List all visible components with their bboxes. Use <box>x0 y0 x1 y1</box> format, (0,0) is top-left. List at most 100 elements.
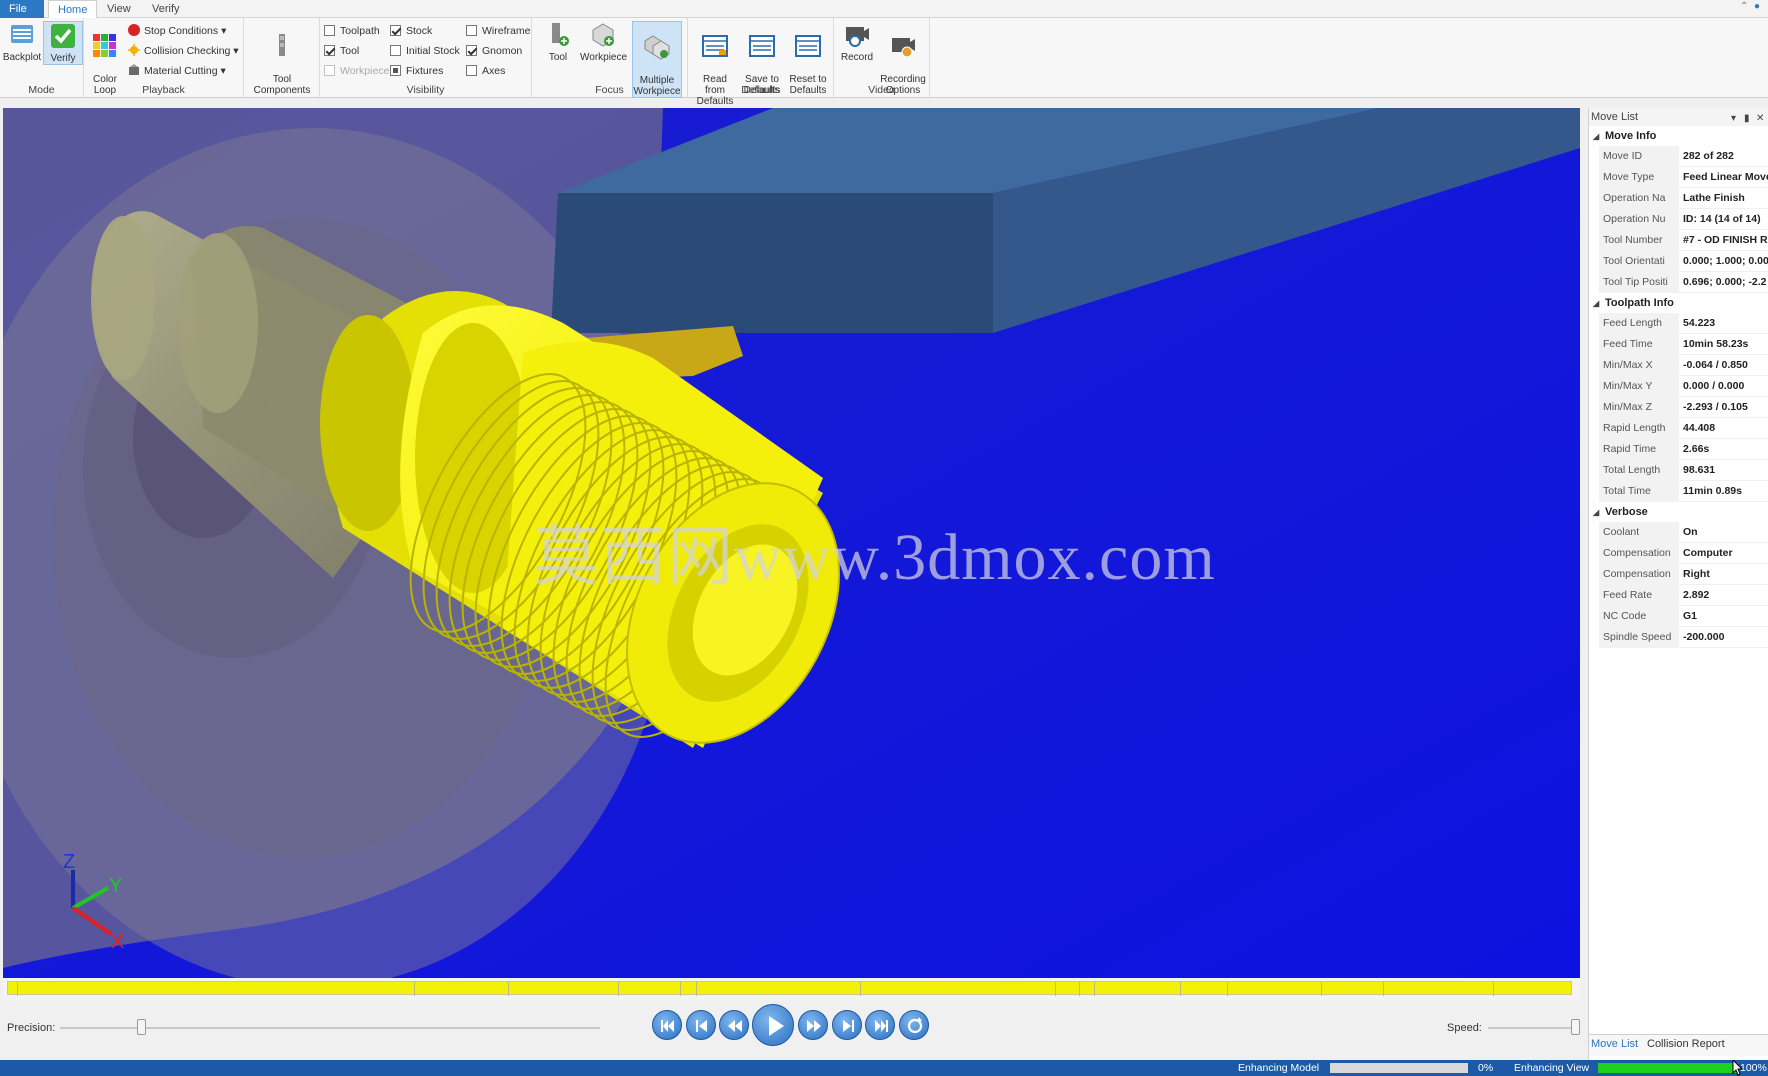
axes-checkbox[interactable]: Axes <box>466 62 505 80</box>
tab-move-list[interactable]: Move List <box>1591 1038 1638 1050</box>
ribbon: Backplot Verify Mode Color Loop Stop Con… <box>0 18 1768 107</box>
view-progress-percent: 100% <box>1740 1062 1767 1074</box>
speed-slider-thumb[interactable] <box>1571 1019 1581 1035</box>
chevron-down-icon: ▾ <box>221 25 227 37</box>
property-value: On <box>1683 526 1698 538</box>
tab-view[interactable]: View <box>98 0 140 18</box>
property-row[interactable]: Total Length 98.631 <box>1599 460 1768 481</box>
property-row[interactable]: Spindle Speed -200.000 <box>1599 627 1768 648</box>
z-axis-label: Z <box>63 851 75 873</box>
record-button[interactable]: Record <box>838 21 876 63</box>
property-row[interactable]: Move ID 282 of 282 <box>1599 146 1768 167</box>
rewind-button[interactable] <box>719 1010 749 1040</box>
property-row[interactable]: Feed Time 10min 58.23s <box>1599 334 1768 355</box>
stop-conditions-label: Stop Conditions <box>144 25 219 37</box>
property-row[interactable]: Operation Na Lathe Finish <box>1599 188 1768 209</box>
initial-stock-check[interactable] <box>390 45 401 56</box>
expand-collapse-icon[interactable]: ◢ <box>1593 294 1605 314</box>
verify-button[interactable]: Verify <box>43 21 83 65</box>
tool-check[interactable] <box>324 45 335 56</box>
expand-collapse-icon[interactable]: ◢ <box>1593 503 1605 523</box>
section-header[interactable]: ◢ Toolpath Info <box>1589 293 1768 313</box>
property-row[interactable]: Compensation Computer <box>1599 543 1768 564</box>
property-row[interactable]: Tool Tip Positi 0.696; 0.000; -2.2 <box>1599 272 1768 293</box>
focus-tool-label: Tool <box>548 52 568 63</box>
panel-tabs: Move List Collision Report <box>1589 1034 1768 1056</box>
property-row[interactable]: Total Time 11min 0.89s <box>1599 481 1768 502</box>
gnomon-check[interactable] <box>466 45 477 56</box>
property-row[interactable]: Min/Max Y 0.000 / 0.000 <box>1599 376 1768 397</box>
tab-file[interactable]: File <box>0 0 44 18</box>
skip-end-icon <box>875 1020 888 1032</box>
section-header[interactable]: ◢ Move Info <box>1589 126 1768 146</box>
material-cutting-button[interactable]: Material Cutting ▾ <box>128 62 226 80</box>
section-header[interactable]: ◢ Verbose <box>1589 502 1768 522</box>
timeline-tick <box>1079 982 1080 996</box>
speed-slider[interactable] <box>1488 1019 1581 1035</box>
section-title: Move Info <box>1605 130 1657 142</box>
stock-check[interactable] <box>390 25 401 36</box>
play-button[interactable] <box>752 1004 794 1046</box>
wireframe-check[interactable] <box>466 25 477 36</box>
tab-home[interactable]: Home <box>48 0 98 18</box>
property-value: #7 - OD FINISH R <box>1683 234 1768 246</box>
fixtures-check[interactable] <box>390 65 401 76</box>
timeline-bar[interactable] <box>7 981 1572 996</box>
mode-group-label: Mode <box>28 84 55 96</box>
precision-slider-thumb[interactable] <box>137 1019 146 1035</box>
property-value: Feed Linear Move <box>1683 171 1768 183</box>
property-row[interactable]: Coolant On <box>1599 522 1768 543</box>
focus-tool-button[interactable]: Tool <box>540 21 576 63</box>
workpiece-checkbox[interactable]: Workpiece <box>324 62 389 80</box>
go-to-end-button[interactable] <box>865 1010 895 1040</box>
loop-button[interactable] <box>899 1010 929 1040</box>
tool-checkbox[interactable]: Tool <box>324 42 359 60</box>
property-value: 10min 58.23s <box>1683 338 1749 350</box>
gnomon-checkbox[interactable]: Gnomon <box>466 42 522 60</box>
stock-checkbox[interactable]: Stock <box>390 22 432 40</box>
playback-timeline[interactable] <box>3 978 1580 1000</box>
fast-forward-button[interactable] <box>798 1010 828 1040</box>
property-row[interactable]: NC Code G1 <box>1599 606 1768 627</box>
step-back-button[interactable] <box>686 1010 716 1040</box>
tab-collision-report[interactable]: Collision Report <box>1647 1038 1725 1050</box>
collision-checking-button[interactable]: Collision Checking ▾ <box>128 42 239 60</box>
focus-workpiece-button[interactable]: Workpiece <box>580 21 627 63</box>
backplot-button[interactable]: Backplot <box>2 21 42 63</box>
property-row[interactable]: Compensation Right <box>1599 564 1768 585</box>
step-forward-button[interactable] <box>832 1010 862 1040</box>
timeline-tick <box>860 982 861 996</box>
go-to-start-button[interactable] <box>652 1010 682 1040</box>
workpiece-check[interactable] <box>324 65 335 76</box>
expand-collapse-icon[interactable]: ◢ <box>1593 127 1605 147</box>
property-key: Feed Rate <box>1599 585 1679 606</box>
property-row[interactable]: Rapid Time 2.66s <box>1599 439 1768 460</box>
property-row[interactable]: Operation Nu ID: 14 (14 of 14) <box>1599 209 1768 230</box>
property-row[interactable]: Move Type Feed Linear Move <box>1599 167 1768 188</box>
axes-check[interactable] <box>466 65 477 76</box>
toolpath-check[interactable] <box>324 25 335 36</box>
mouse-cursor-icon <box>1732 1060 1744 1076</box>
help-icon[interactable]: ● <box>1754 1 1760 12</box>
wireframe-checkbox[interactable]: Wireframe <box>466 22 530 40</box>
precision-slider[interactable] <box>60 1019 600 1035</box>
property-value: 0.696; 0.000; -2.2 <box>1683 276 1767 288</box>
property-row[interactable]: Feed Rate 2.892 <box>1599 585 1768 606</box>
property-key: Compensation <box>1599 543 1679 564</box>
tool-components-button[interactable]: Tool Components <box>248 21 316 96</box>
property-row[interactable]: Tool Number #7 - OD FINISH R <box>1599 230 1768 251</box>
property-row[interactable]: Min/Max X -0.064 / 0.850 <box>1599 355 1768 376</box>
toolpath-checkbox[interactable]: Toolpath <box>324 22 380 40</box>
stop-conditions-button[interactable]: Stop Conditions ▾ <box>128 22 226 40</box>
property-row[interactable]: Feed Length 54.223 <box>1599 313 1768 334</box>
property-row[interactable]: Rapid Length 44.408 <box>1599 418 1768 439</box>
property-row[interactable]: Tool Orientati 0.000; 1.000; 0.000 <box>1599 251 1768 272</box>
3d-viewport[interactable]: Z Y X 莫西网www.3dmox.com <box>3 108 1580 978</box>
fixtures-checkbox[interactable]: Fixtures <box>390 62 443 80</box>
property-row[interactable]: Min/Max Z -2.293 / 0.105 <box>1599 397 1768 418</box>
initial-stock-checkbox[interactable]: Initial Stock <box>390 42 460 60</box>
property-key: Coolant <box>1599 522 1679 543</box>
collapse-ribbon-icon[interactable]: ⌃ <box>1740 1 1748 12</box>
tab-verify[interactable]: Verify <box>143 0 189 18</box>
precision-label: Precision: <box>7 1022 56 1034</box>
